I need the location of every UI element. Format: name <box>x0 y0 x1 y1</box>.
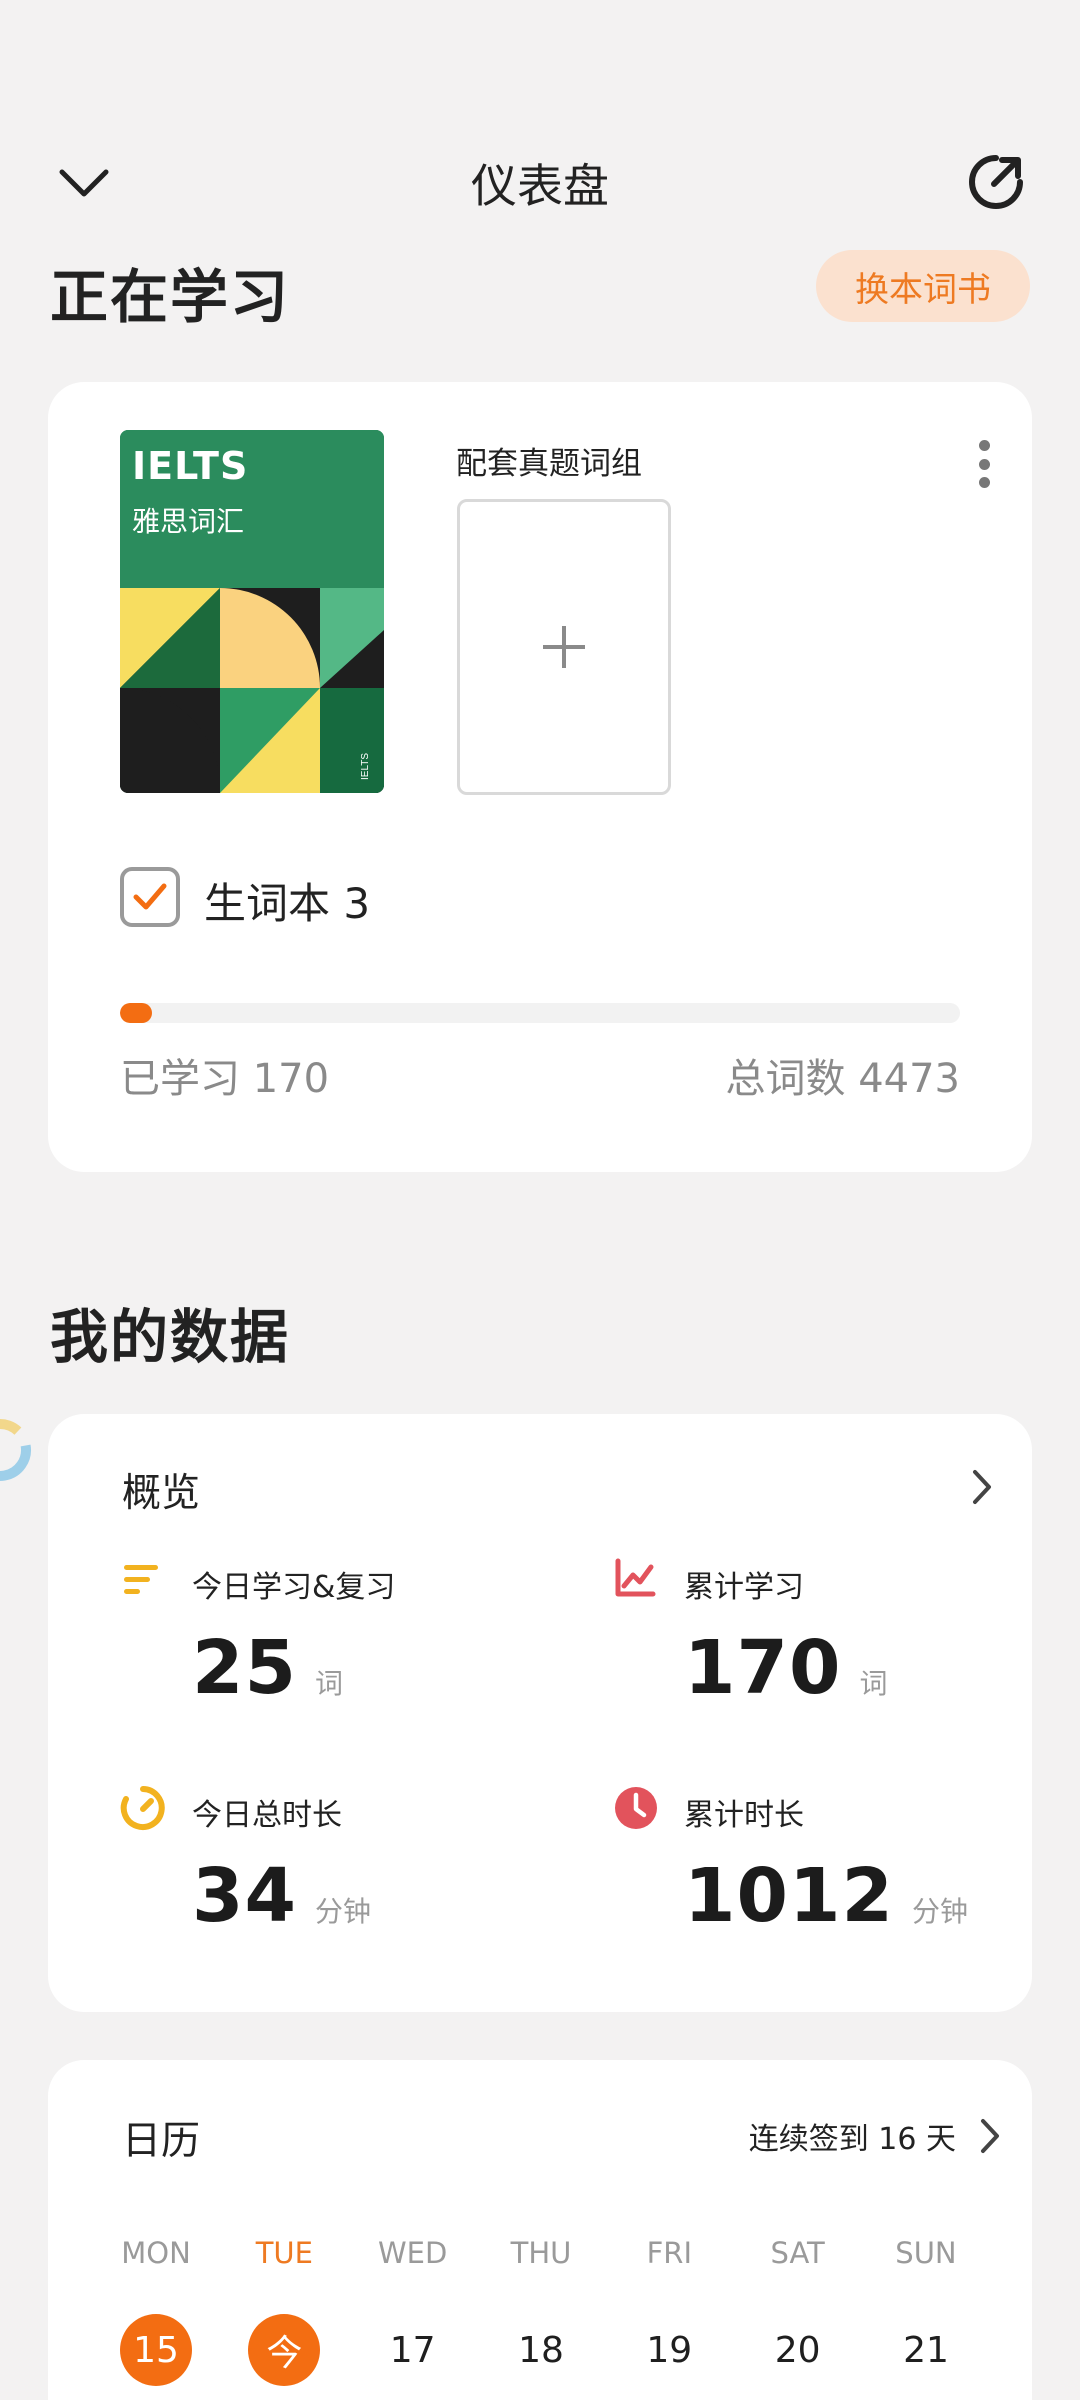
day-20[interactable]: 20 <box>762 2314 834 2386</box>
vocab-book-label[interactable]: 生词本 3 <box>204 870 370 931</box>
weekday-fri: FRI <box>646 2236 692 2270</box>
page-title: 仪表盘 <box>471 159 609 213</box>
streak-link[interactable]: 连续签到 16 天 <box>749 2114 1002 2158</box>
day-row: 15 今 17 18 19 20 21 <box>120 2314 962 2386</box>
weekday-sat: SAT <box>770 2236 825 2270</box>
stat-value: 170 <box>684 1625 842 1711</box>
more-options-icon[interactable] <box>966 432 1002 496</box>
weekday-sun: SUN <box>895 2236 957 2270</box>
day-17[interactable]: 17 <box>377 2314 449 2386</box>
cover-title: IELTS <box>132 444 249 488</box>
svg-text:IELTS: IELTS <box>360 753 371 780</box>
bars-icon <box>122 1562 162 1602</box>
stat-unit: 分钟 <box>314 1895 371 1928</box>
day-19[interactable]: 19 <box>633 2314 705 2386</box>
vocab-book-checkbox[interactable] <box>120 867 180 927</box>
overview-title: 概览 <box>122 1471 201 1516</box>
stat-unit: 分钟 <box>911 1895 968 1928</box>
stat-unit: 词 <box>314 1667 343 1700</box>
share-button[interactable] <box>960 146 1032 218</box>
add-phrase-set-button[interactable] <box>457 499 671 795</box>
book-cover[interactable]: IELTS IELTS 雅思词汇 <box>120 430 384 793</box>
stat-value: 1012 <box>684 1853 894 1939</box>
share-icon <box>969 155 1023 209</box>
cover-subtitle: 雅思词汇 <box>132 505 245 538</box>
stat-today-words-label: 今日学习&复习 <box>192 1570 396 1605</box>
weekday-thu: THU <box>510 2236 572 2270</box>
stat-total-time-label: 累计时长 <box>684 1798 804 1833</box>
check-icon <box>133 883 167 910</box>
stat-value: 34 <box>192 1853 297 1939</box>
switch-book-button[interactable]: 换本词书 <box>816 250 1030 322</box>
weekday-tue: TUE <box>255 2236 313 2270</box>
stat-value: 25 <box>192 1625 297 1711</box>
progress-fill <box>120 1003 152 1023</box>
clock-icon <box>613 1785 659 1835</box>
weekday-mon: MON <box>121 2236 191 2270</box>
chevron-right-icon <box>981 2119 999 2153</box>
stat-today-time: 34 分钟 <box>192 1853 371 1939</box>
my-data-section-title: 我的数据 <box>50 1303 291 1371</box>
day-today[interactable]: 今 <box>248 2314 321 2386</box>
total-count: 总词数 4473 <box>725 1056 960 1102</box>
phrase-set-label: 配套真题词组 <box>456 446 642 482</box>
stat-total-words-label: 累计学习 <box>684 1570 804 1605</box>
overview-chevron-right-icon[interactable] <box>970 1468 994 1510</box>
stat-total-time: 1012 分钟 <box>684 1853 968 1939</box>
timer-icon <box>120 1785 166 1835</box>
stat-today-time-label: 今日总时长 <box>192 1798 342 1833</box>
day-21[interactable]: 21 <box>890 2314 962 2386</box>
line-chart-icon <box>614 1558 656 1602</box>
day-15[interactable]: 15 <box>120 2314 192 2386</box>
weekday-row: MON TUE WED THU FRI SAT SUN <box>106 2236 976 2270</box>
weekday-wed: WED <box>377 2236 448 2270</box>
plus-icon <box>543 626 585 668</box>
learning-progress-bar <box>120 1003 960 1023</box>
stat-unit: 词 <box>859 1667 888 1700</box>
day-18[interactable]: 18 <box>505 2314 577 2386</box>
streak-text: 连续签到 16 天 <box>748 2122 956 2157</box>
studying-section-title: 正在学习 <box>50 263 291 331</box>
learned-count: 已学习 170 <box>120 1056 330 1102</box>
stat-today-words: 25 词 <box>192 1625 343 1711</box>
stat-total-words: 170 词 <box>684 1625 887 1711</box>
calendar-title: 日历 <box>122 2119 201 2164</box>
